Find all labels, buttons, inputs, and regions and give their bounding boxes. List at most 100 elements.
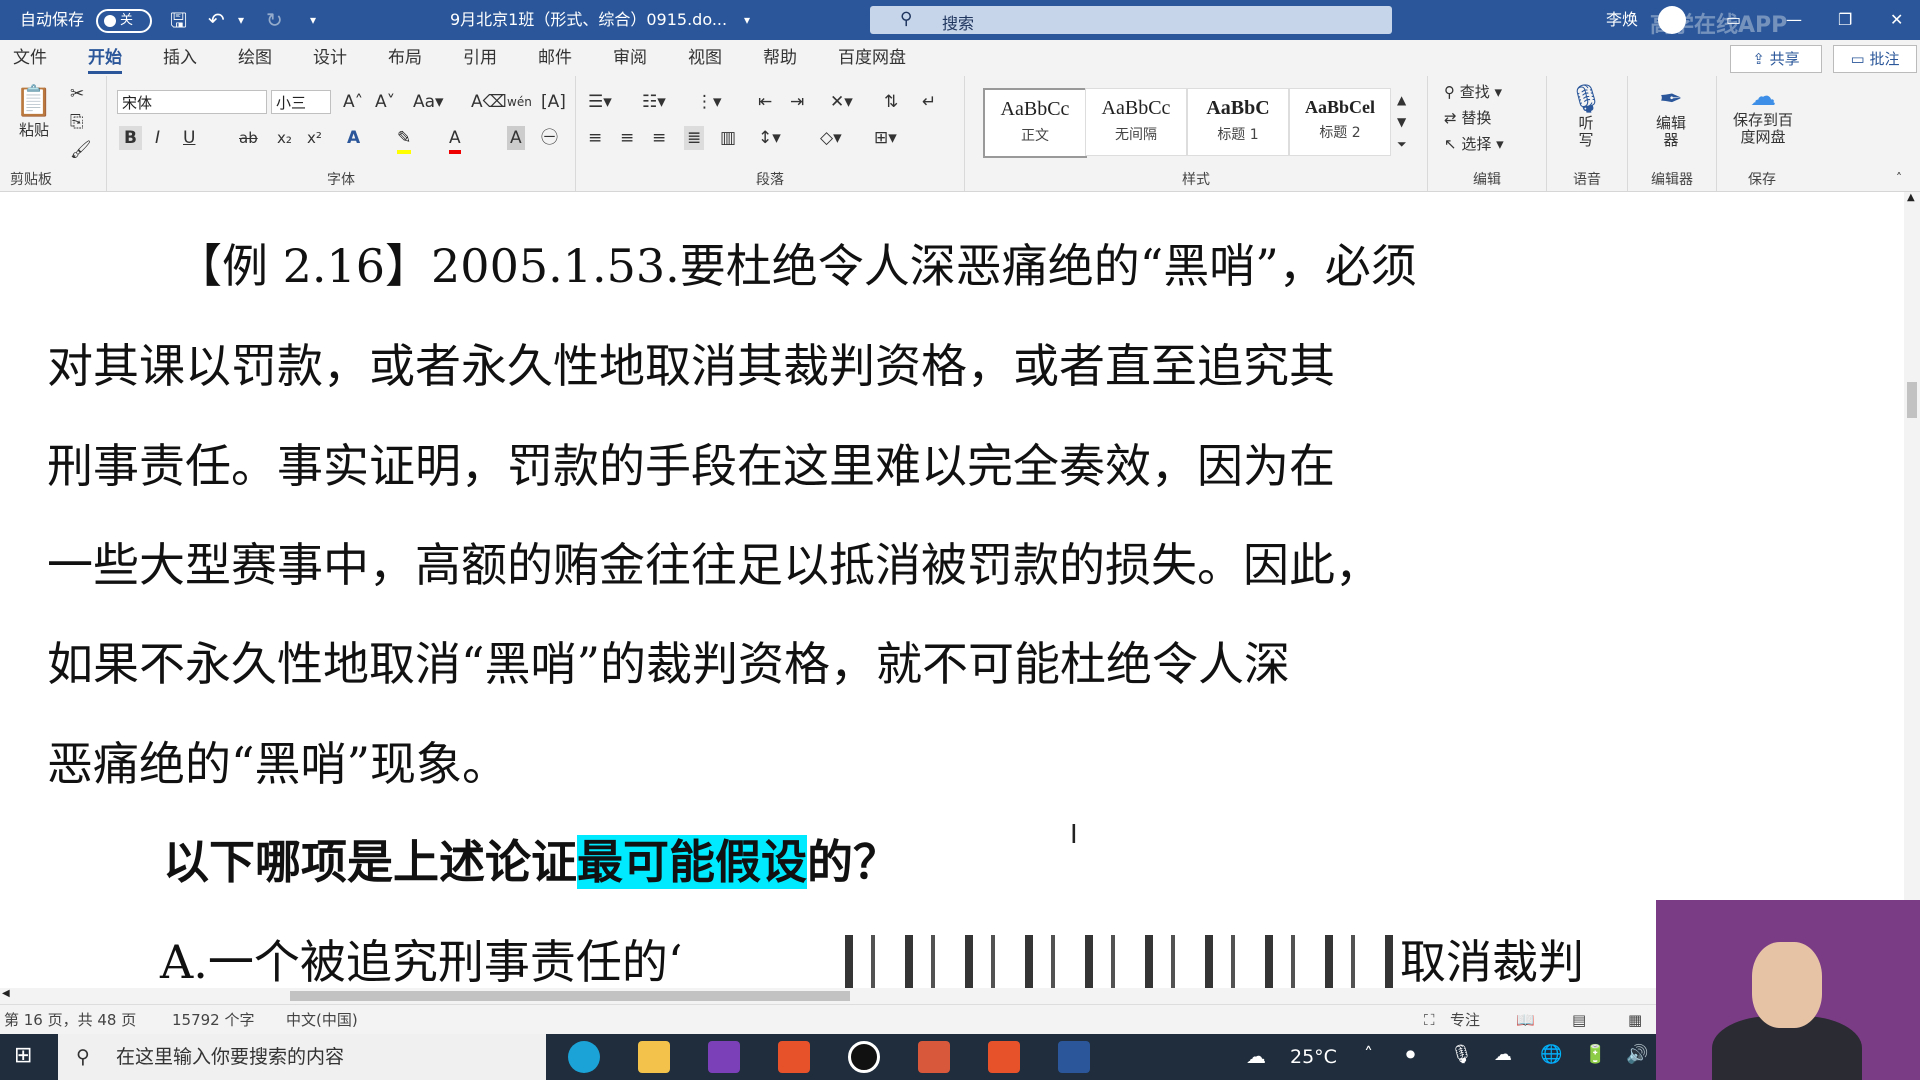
borders-icon[interactable]: ⊞▾ <box>874 126 897 150</box>
file-explorer-icon[interactable] <box>638 1041 670 1073</box>
word-count[interactable]: 15792 个字 <box>172 1005 255 1035</box>
format-painter-icon[interactable]: 🖌 <box>70 138 92 162</box>
change-case-icon[interactable]: Aa▾ <box>413 90 444 114</box>
doc-title[interactable]: 9月北京1班（形式、综合）0915.do... <box>450 0 727 40</box>
weather-temp[interactable]: 25°C <box>1290 1046 1337 1068</box>
web-layout-icon[interactable]: ▦ <box>1628 1005 1642 1035</box>
enclose-char-icon[interactable]: ㊀ <box>541 126 558 150</box>
scroll-thumb[interactable] <box>1907 382 1917 418</box>
text-effects-button[interactable]: A <box>347 126 360 150</box>
font-size-select[interactable]: 小三 <box>271 90 331 114</box>
taskbar-search[interactable]: ⚲ 在这里输入你要搜索的内容 <box>58 1034 546 1080</box>
title-dropdown-icon[interactable]: ▾ <box>744 0 750 40</box>
tab-insert[interactable]: 插入 <box>163 40 197 76</box>
numbering-icon[interactable]: ☷▾ <box>642 90 666 114</box>
copy-icon[interactable]: ⎘ <box>70 110 84 134</box>
style-no-spacing[interactable]: AaBbCc 无间隔 <box>1085 88 1187 156</box>
save-to-baidu-button[interactable]: ☁ 保存到百度网盘 <box>1723 82 1803 146</box>
ribbon-display-icon[interactable]: ▭ <box>1726 0 1741 40</box>
strikethrough-button[interactable]: ab <box>239 126 258 150</box>
distribute-icon[interactable]: ▥ <box>720 126 736 150</box>
tab-baidu-pan[interactable]: 百度网盘 <box>838 40 906 76</box>
redo-icon[interactable]: ↻ <box>266 0 283 40</box>
tray-expand-icon[interactable]: ˄ <box>1364 1044 1373 1065</box>
underline-button[interactable]: U <box>183 126 195 150</box>
align-center-icon[interactable]: ≡ <box>620 126 634 150</box>
read-mode-icon[interactable]: 📖 <box>1516 1005 1535 1035</box>
comment-button[interactable]: ▭ 批注 <box>1833 45 1917 73</box>
tab-home[interactable]: 开始 <box>88 40 122 76</box>
style-heading-1[interactable]: AaBbC 标题 1 <box>1187 88 1289 156</box>
tray-volume-icon[interactable]: 🔊 <box>1626 1044 1648 1065</box>
subscript-button[interactable]: x₂ <box>277 126 292 150</box>
tab-file[interactable]: 文件 <box>13 40 47 76</box>
tab-review[interactable]: 审阅 <box>613 40 647 76</box>
font-color-button[interactable]: A <box>449 126 461 154</box>
collapse-ribbon-icon[interactable]: ˄ <box>1896 166 1902 190</box>
tab-layout[interactable]: 布局 <box>388 40 422 76</box>
shading-icon[interactable]: ◇▾ <box>820 126 842 150</box>
style-heading-2[interactable]: AaBbCel 标题 2 <box>1289 88 1391 156</box>
close-icon[interactable]: ✕ <box>1890 0 1903 40</box>
shrink-font-icon[interactable]: A˅ <box>375 90 395 114</box>
share-button[interactable]: ⇪ 共享 <box>1730 45 1822 73</box>
replace-button[interactable]: ⇄ 替换 <box>1444 106 1491 130</box>
save-icon[interactable]: 🖫 <box>170 0 187 40</box>
record-icon[interactable] <box>848 1041 880 1073</box>
tray-cloud-icon[interactable]: ☁ <box>1494 1044 1512 1065</box>
multilevel-list-icon[interactable]: ⋮▾ <box>696 90 722 114</box>
justify-icon[interactable]: ≣ <box>684 126 705 150</box>
tray-mic-icon[interactable]: 🎙 <box>1450 1044 1473 1065</box>
font-name-select[interactable]: 宋体 <box>117 90 267 114</box>
weather-icon[interactable]: ☁ <box>1246 1044 1266 1068</box>
windows-start-icon[interactable]: ⊞ <box>14 1043 32 1068</box>
tab-design[interactable]: 设计 <box>313 40 347 76</box>
tab-mailings[interactable]: 邮件 <box>538 40 572 76</box>
tray-battery-icon[interactable]: 🔋 <box>1584 1044 1606 1065</box>
decrease-indent-icon[interactable]: ⇤ <box>758 90 772 114</box>
undo-dropdown-icon[interactable]: ▾ <box>238 0 244 40</box>
page-count[interactable]: 第 16 页，共 48 页 <box>4 1005 136 1035</box>
focus-mode-button[interactable]: 专注 <box>1450 1005 1480 1035</box>
tray-record-icon[interactable]: ⏺ <box>1406 1044 1415 1065</box>
undo-icon[interactable]: ↶ <box>208 0 225 40</box>
autosave-toggle[interactable]: 关 <box>96 9 152 33</box>
select-button[interactable]: ↖ 选择 ▾ <box>1444 132 1504 156</box>
italic-button[interactable]: I <box>155 126 160 150</box>
highlight-color-icon[interactable]: ✎ <box>397 126 412 154</box>
style-normal[interactable]: AaBbCc 正文 <box>983 88 1087 158</box>
align-right-icon[interactable]: ≡ <box>652 126 666 150</box>
tray-network-icon[interactable]: 🌐 <box>1540 1044 1562 1065</box>
app-x2-icon[interactable] <box>988 1041 1020 1073</box>
tab-help[interactable]: 帮助 <box>763 40 797 76</box>
print-layout-icon[interactable]: ▤ <box>1572 1005 1586 1035</box>
find-button[interactable]: ⚲ 查找 ▾ <box>1444 80 1502 104</box>
tab-view[interactable]: 视图 <box>688 40 722 76</box>
word-icon[interactable] <box>1058 1041 1090 1073</box>
h-scroll-thumb[interactable] <box>290 991 850 1001</box>
onenote-icon[interactable] <box>708 1041 740 1073</box>
show-marks-icon[interactable]: ↵ <box>922 90 936 114</box>
superscript-button[interactable]: x² <box>307 126 322 150</box>
document-page[interactable]: 【例 2.16】2005.1.53.要杜绝令人深恶痛绝的“黑哨”，必须 对其课以… <box>0 192 1904 988</box>
customize-icon[interactable]: ▾ <box>310 0 316 40</box>
char-shading-button[interactable]: A <box>507 126 525 150</box>
chinese-layout-icon[interactable]: ✕▾ <box>830 90 853 114</box>
restore-icon[interactable]: ❐ <box>1838 0 1852 40</box>
paste-button[interactable]: 📋 粘贴 <box>10 84 58 140</box>
scroll-up-icon[interactable]: ▲ <box>1907 192 1915 203</box>
dictate-button[interactable]: 🎙 听写 <box>1561 82 1611 149</box>
phonetic-icon[interactable]: wén <box>507 90 532 114</box>
char-border-icon[interactable]: [A] <box>541 90 566 114</box>
styles-scroll-up-icon[interactable]: ▲ <box>1397 88 1406 112</box>
cut-icon[interactable]: ✂ <box>70 82 84 106</box>
tab-references[interactable]: 引用 <box>463 40 497 76</box>
powerpoint-icon[interactable] <box>918 1041 950 1073</box>
bold-button[interactable]: B <box>119 126 142 150</box>
styles-scroll-down-icon[interactable]: ▼ <box>1397 110 1406 134</box>
app-x-icon[interactable] <box>778 1041 810 1073</box>
language-indicator[interactable]: 中文(中国) <box>286 1005 358 1035</box>
horizontal-scrollbar[interactable]: ◀ <box>0 988 1904 1004</box>
edge-icon[interactable] <box>568 1041 600 1073</box>
user-name[interactable]: 李焕 <box>1606 0 1638 40</box>
